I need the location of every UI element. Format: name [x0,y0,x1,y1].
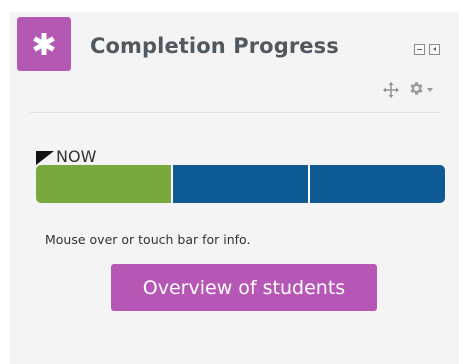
block-title: Completion Progress [90,34,339,58]
completion-progress-block: Completion Progress NOW Mouse over or to… [10,12,459,364]
gear-icon [410,82,423,95]
now-marker-icon [36,151,54,165]
progress-segment-incomplete[interactable] [171,165,308,203]
progress-bar[interactable] [36,165,445,203]
block-window-controls [414,44,440,55]
progress-hint: Mouse over or touch bar for info. [45,232,251,247]
move-icon[interactable] [383,82,399,98]
now-label: NOW [56,147,97,166]
minimize-icon[interactable] [414,44,425,55]
chevron-down-icon [427,87,433,92]
settings-menu[interactable] [408,80,433,97]
progress-segment-complete[interactable] [36,165,171,203]
progress-segment-incomplete[interactable] [308,165,445,203]
overview-of-students-button[interactable]: Overview of students [111,264,377,311]
dock-icon[interactable] [429,44,440,55]
header-divider [30,112,441,113]
asterisk-icon [17,17,71,71]
